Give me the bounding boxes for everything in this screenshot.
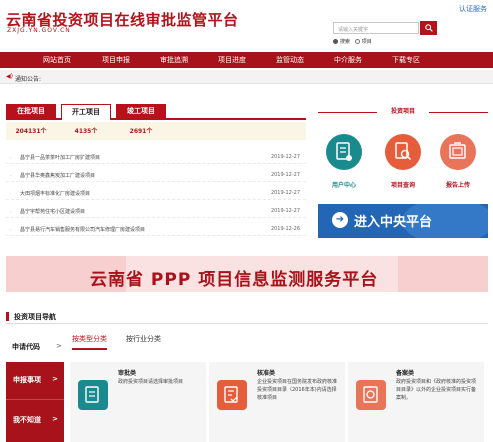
nav-project-progress[interactable]: 项目进度 bbox=[207, 52, 257, 68]
nav-home[interactable]: 网站首页 bbox=[32, 52, 82, 68]
radio-search-label: 搜索 bbox=[340, 39, 351, 45]
user-center-label[interactable]: 用户中心 bbox=[319, 180, 369, 189]
user-center-icon bbox=[336, 142, 352, 161]
nav-supervision[interactable]: 监管动态 bbox=[265, 52, 315, 68]
category-desc: 政府投资项目和《政府核准的投资项目目录》以外的企业投资项目实行备案制。 bbox=[396, 379, 477, 401]
started-count: 4135个 bbox=[74, 128, 98, 135]
project-date: 2019-12-26 bbox=[270, 226, 300, 232]
notice-bar: ◀) 通知公告: bbox=[0, 70, 493, 84]
pending-count: 204131个 bbox=[15, 128, 47, 135]
auth-service-link[interactable]: 认证服务 bbox=[459, 4, 487, 14]
category-desc: 政府投资项目请选择审批项目 bbox=[118, 379, 184, 385]
radio-search[interactable] bbox=[333, 39, 338, 44]
header: 云南省投资项目在线审批监管平台 ZXJG.YN.GOV.CN 认证服务 请输入关… bbox=[0, 0, 493, 52]
category-card-record[interactable]: 备案类 政府投资项目和《政府核准的投资项目目录》以外的企业投资项目实行备案制。 bbox=[348, 362, 484, 442]
banner-decoration bbox=[398, 256, 488, 292]
ppp-banner-text: 云南省 PPP 项目信息监测服务平台 bbox=[90, 270, 379, 290]
chevron-right-icon: > bbox=[52, 415, 58, 423]
list-item[interactable]: · 大田坝烟丰标准化厂房建设项目 2019-12-27 bbox=[6, 186, 306, 200]
tab-started-projects[interactable]: 开工项目 bbox=[61, 104, 111, 120]
project-name: 昌宁宇帮苑住宅小区建设项目 bbox=[20, 209, 86, 215]
approval-doc-icon-box bbox=[78, 380, 108, 410]
project-date: 2019-12-27 bbox=[270, 172, 300, 178]
category-desc: 企业投资项目在国务院发布政府核准投资项目目录（2016年本)内请选择核准项目 bbox=[257, 379, 338, 401]
list-item[interactable]: · 昌宁县易行汽车销售服务有限公司汽车修理厂房建设项目 2019-12-26 bbox=[6, 222, 306, 236]
list-item[interactable]: · 昌宁县华奥鑫焦炭加工厂建设项目 2019-12-27 bbox=[6, 168, 306, 182]
project-date: 2019-12-27 bbox=[270, 154, 300, 160]
project-name: 昌宁县易行汽车销售服务有限公司汽车修理厂房建设项目 bbox=[20, 227, 146, 233]
approval-doc-icon bbox=[85, 386, 99, 403]
side-cat-label: 我不知道 bbox=[13, 416, 41, 424]
side-cat-label: 申报事项 bbox=[13, 376, 41, 384]
approval-form-icon-box bbox=[217, 380, 247, 410]
main-nav: 网站首页 项目申报 审批追溯 项目进度 监管动态 中介服务 下载专区 bbox=[0, 52, 493, 68]
guide-side-categories: 申报事项 > 我不知道 > bbox=[6, 362, 64, 442]
project-date: 2019-12-27 bbox=[270, 208, 300, 214]
record-icon-box bbox=[356, 380, 386, 410]
category-title: 备案类 bbox=[396, 370, 415, 377]
list-item[interactable]: · 昌宁县一品茶茶叶加工厂房扩建项目 2019-12-27 bbox=[6, 150, 306, 164]
side-panel-title: 投资项目 bbox=[377, 106, 429, 118]
project-counts: 204131个 4135个 2691个 bbox=[6, 122, 306, 140]
apply-code-row: 申请代码 > 按类型分类 按行业分类 bbox=[6, 330, 488, 360]
approval-form-icon bbox=[224, 386, 238, 403]
report-upload-button[interactable] bbox=[440, 134, 476, 170]
tab-pending-projects[interactable]: 在批项目 bbox=[6, 104, 56, 118]
radio-project[interactable] bbox=[354, 39, 360, 44]
radio-project-label: 项目 bbox=[361, 39, 372, 45]
ppp-banner[interactable]: 云南省 PPP 项目信息监测服务平台 bbox=[6, 256, 488, 292]
user-center-button[interactable] bbox=[326, 134, 362, 170]
project-query-button[interactable] bbox=[385, 134, 421, 170]
guide-title: 投资项目导航 bbox=[14, 313, 56, 321]
category-card-approval-form[interactable]: 核准类 企业投资项目在国务院发布政府核准投资项目目录（2016年本)内请选择核准… bbox=[209, 362, 345, 442]
arrow-right-icon: ➜ bbox=[332, 212, 348, 228]
search-scope-radios: 搜索 项目 bbox=[333, 38, 372, 45]
search-button[interactable] bbox=[420, 21, 437, 35]
report-upload-label[interactable]: 报告上传 bbox=[433, 180, 483, 189]
project-name: 大田坝烟丰标准化厂房建设项目 bbox=[20, 191, 91, 197]
project-tabs: 在批项目 开工项目 竣工项目 bbox=[6, 104, 306, 120]
central-platform-label: 进入中央平台 bbox=[354, 215, 433, 230]
report-upload-icon bbox=[449, 142, 466, 159]
record-icon bbox=[363, 386, 378, 403]
notice-label: 通知公告: bbox=[15, 76, 42, 83]
central-platform-banner[interactable]: ➜ 进入中央平台 bbox=[318, 204, 488, 238]
project-name: 昌宁县华奥鑫焦炭加工厂建设项目 bbox=[20, 173, 96, 179]
nav-project-apply[interactable]: 项目申报 bbox=[91, 52, 141, 68]
nav-agency-service[interactable]: 中介服务 bbox=[323, 52, 373, 68]
guide-header: 投资项目导航 bbox=[6, 310, 488, 324]
speaker-icon: ◀) bbox=[6, 73, 13, 80]
completed-count: 2691个 bbox=[129, 128, 153, 135]
tab-by-industry[interactable]: 按行业分类 bbox=[126, 334, 161, 344]
project-name: 昌宁县一品茶茶叶加工厂房扩建项目 bbox=[20, 155, 101, 161]
investment-side-panel: 投资项目 用户中心 项目查询 报告上传 ➜ 进入中央平台 bbox=[318, 104, 488, 244]
site-url: ZXJG.YN.GOV.CN bbox=[7, 27, 71, 34]
category-card-approval[interactable]: 审批类 政府投资项目请选择审批项目 bbox=[70, 362, 206, 442]
category-title: 核准类 bbox=[257, 370, 276, 377]
side-cat-not-sure[interactable]: 我不知道 > bbox=[6, 402, 64, 440]
search-input[interactable]: 请输入关键字 bbox=[333, 22, 419, 34]
chevron-right-icon: > bbox=[52, 375, 58, 383]
side-cat-apply-items[interactable]: 申报事项 > bbox=[6, 362, 64, 400]
tab-completed-projects[interactable]: 竣工项目 bbox=[116, 104, 166, 118]
accent-bar bbox=[6, 312, 9, 321]
search-icon bbox=[424, 24, 433, 32]
project-query-label[interactable]: 项目查询 bbox=[378, 180, 428, 189]
category-title: 审批类 bbox=[118, 370, 137, 377]
nav-download[interactable]: 下载专区 bbox=[381, 52, 431, 68]
project-query-icon bbox=[395, 142, 412, 161]
nav-approval-trace[interactable]: 审批追溯 bbox=[149, 52, 199, 68]
chevron-right-icon: > bbox=[56, 342, 62, 350]
apply-code-label[interactable]: 申请代码 bbox=[12, 342, 40, 352]
tab-by-type[interactable]: 按类型分类 bbox=[72, 334, 107, 350]
project-date: 2019-12-27 bbox=[270, 190, 300, 196]
list-item[interactable]: · 昌宁宇帮苑住宅小区建设项目 2019-12-27 bbox=[6, 204, 306, 218]
